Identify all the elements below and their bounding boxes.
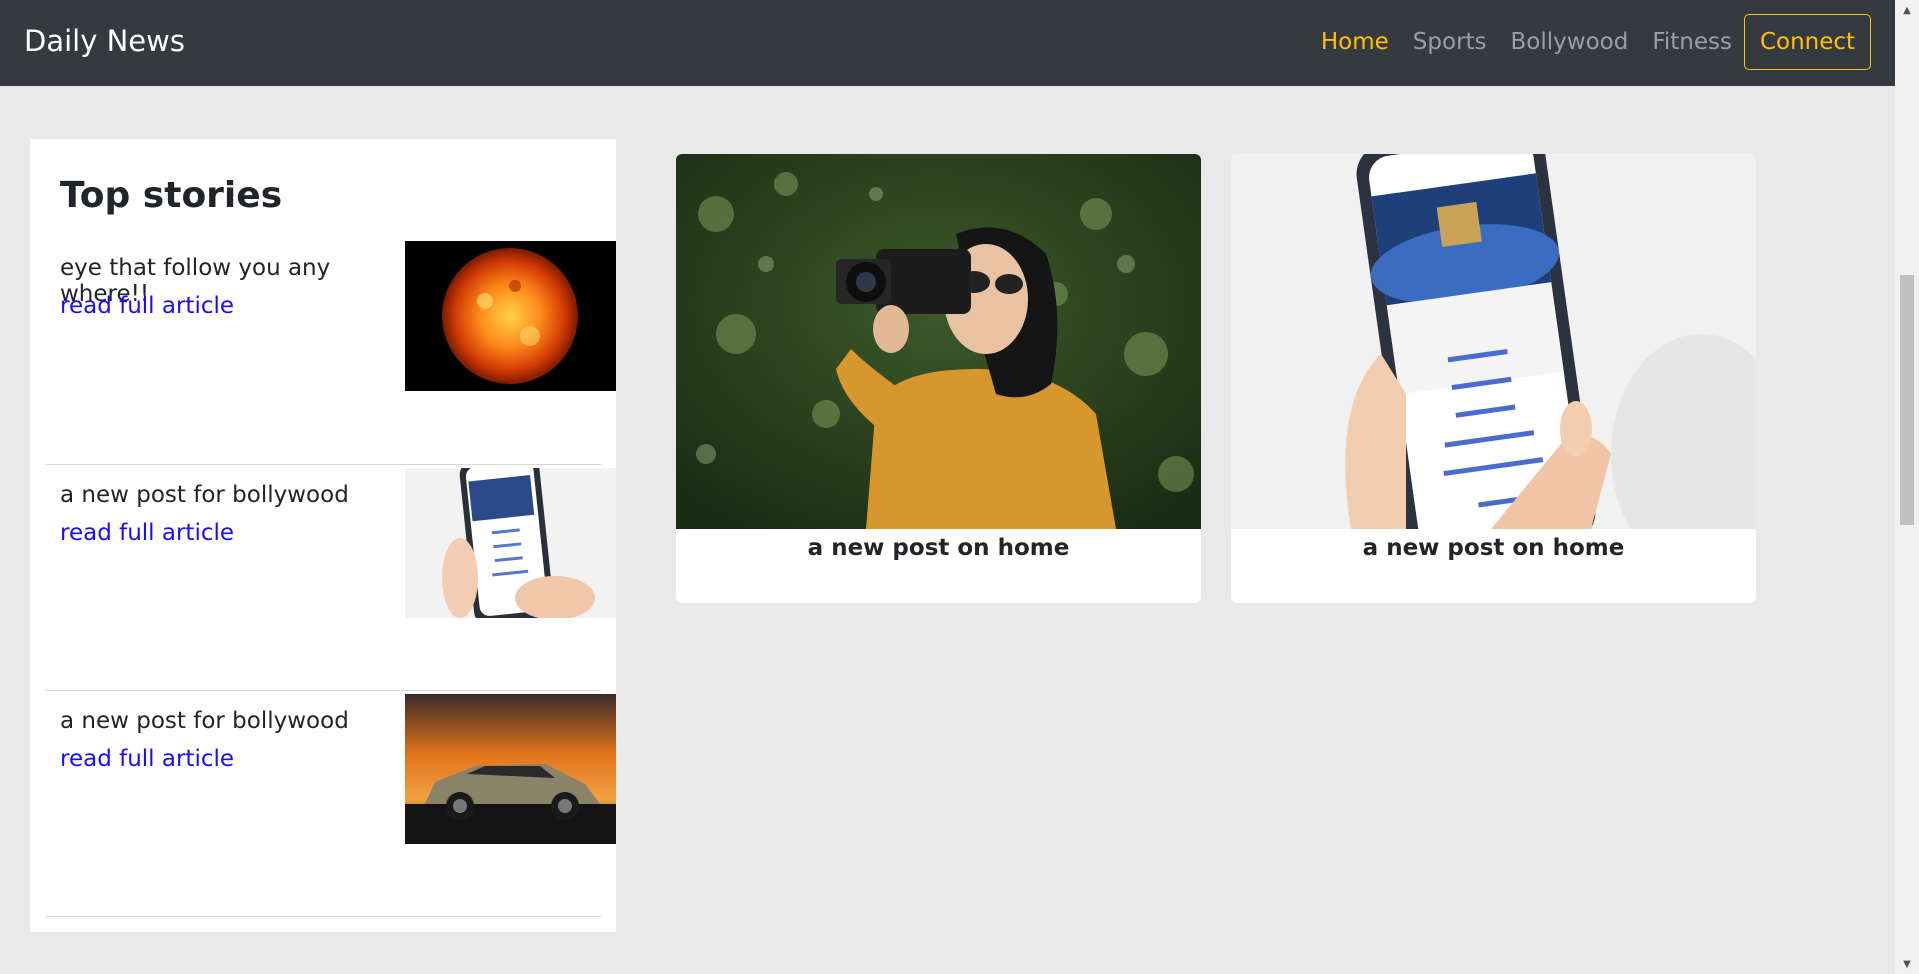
read-article-link[interactable]: read full article bbox=[60, 293, 234, 319]
story-text: a new post for bollywood bbox=[60, 708, 349, 734]
divider bbox=[45, 916, 601, 917]
story-text: a new post for bollywood bbox=[60, 482, 349, 508]
scroll-down-arrow-icon[interactable]: ▼ bbox=[1895, 954, 1919, 974]
photographer-image bbox=[676, 154, 1201, 529]
phone-image bbox=[405, 468, 616, 618]
brand-logo[interactable]: Daily News bbox=[24, 24, 185, 58]
divider bbox=[45, 464, 601, 465]
connect-button[interactable]: Connect bbox=[1744, 14, 1871, 70]
divider bbox=[45, 690, 601, 691]
story-item: a new post for bollywood read full artic… bbox=[30, 694, 616, 932]
news-card[interactable]: a new post on home bbox=[1231, 154, 1756, 603]
sun-image bbox=[405, 241, 616, 391]
vertical-scrollbar[interactable]: ▲ ▼ bbox=[1895, 0, 1919, 974]
scroll-up-arrow-icon[interactable]: ▲ bbox=[1895, 0, 1919, 20]
read-article-link[interactable]: read full article bbox=[60, 746, 234, 772]
story-item: a new post for bollywood read full artic… bbox=[30, 468, 616, 708]
top-stories-title: Top stories bbox=[60, 175, 283, 216]
nav-fitness[interactable]: Fitness bbox=[1652, 29, 1732, 55]
card-title[interactable]: a new post on home bbox=[1231, 535, 1756, 561]
story-item: eye that follow you any where!! read ful… bbox=[30, 241, 616, 481]
navbar: Daily News Home Sports Bollywood Fitness… bbox=[0, 0, 1895, 86]
nav-bollywood[interactable]: Bollywood bbox=[1511, 29, 1629, 55]
nav-home[interactable]: Home bbox=[1321, 29, 1389, 55]
nav-links: Home Sports Bollywood Fitness Connect bbox=[1297, 14, 1871, 70]
top-stories-panel: Top stories eye that follow you any wher… bbox=[30, 139, 616, 932]
car-image bbox=[405, 694, 616, 844]
phone-image bbox=[1231, 154, 1756, 574]
card-title[interactable]: a new post on home bbox=[676, 535, 1201, 561]
scrollbar-thumb[interactable] bbox=[1900, 275, 1914, 525]
news-card[interactable]: a new post on home bbox=[676, 154, 1201, 603]
read-article-link[interactable]: read full article bbox=[60, 520, 234, 546]
nav-sports[interactable]: Sports bbox=[1413, 29, 1487, 55]
